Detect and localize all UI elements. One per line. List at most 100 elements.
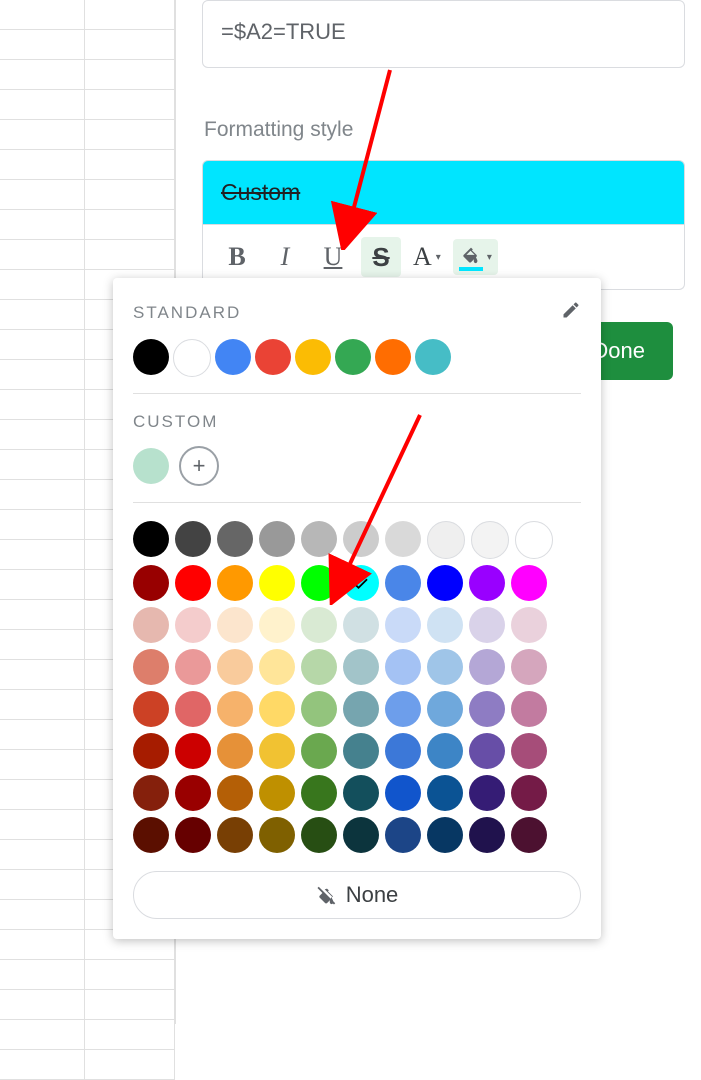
color-swatch[interactable] — [427, 775, 463, 811]
color-swatch[interactable] — [301, 691, 337, 727]
color-swatch[interactable] — [469, 649, 505, 685]
color-swatch[interactable] — [259, 817, 295, 853]
color-swatch[interactable] — [217, 607, 253, 643]
color-swatch[interactable] — [469, 775, 505, 811]
color-swatch[interactable] — [173, 339, 211, 377]
color-swatch[interactable] — [133, 649, 169, 685]
color-swatch[interactable] — [385, 565, 421, 601]
color-swatch[interactable] — [133, 339, 169, 375]
none-button[interactable]: None — [133, 871, 581, 919]
color-swatch[interactable] — [385, 817, 421, 853]
color-swatch[interactable] — [175, 565, 211, 601]
color-swatch[interactable] — [385, 691, 421, 727]
color-swatch[interactable] — [375, 339, 411, 375]
color-swatch[interactable] — [175, 521, 211, 557]
color-swatch[interactable] — [133, 691, 169, 727]
color-swatch[interactable] — [301, 649, 337, 685]
color-swatch[interactable] — [217, 691, 253, 727]
color-swatch[interactable] — [427, 733, 463, 769]
color-swatch[interactable] — [133, 775, 169, 811]
color-swatch[interactable] — [175, 607, 211, 643]
strikethrough-button[interactable]: S — [361, 237, 401, 277]
color-swatch[interactable] — [343, 817, 379, 853]
color-swatch[interactable] — [259, 607, 295, 643]
color-swatch[interactable] — [215, 339, 251, 375]
color-swatch[interactable] — [343, 521, 379, 557]
chevron-down-icon: ▾ — [487, 252, 492, 263]
color-swatch[interactable] — [511, 649, 547, 685]
color-swatch[interactable] — [385, 733, 421, 769]
add-custom-color-button[interactable]: + — [179, 446, 219, 486]
color-swatch[interactable] — [343, 565, 379, 601]
color-swatch[interactable] — [427, 649, 463, 685]
color-swatch[interactable] — [469, 565, 505, 601]
color-swatch[interactable] — [427, 691, 463, 727]
color-swatch[interactable] — [301, 521, 337, 557]
color-swatch[interactable] — [217, 775, 253, 811]
formula-input-box[interactable]: =$A2=TRUE — [202, 0, 685, 68]
color-swatch[interactable] — [133, 448, 169, 484]
color-swatch[interactable] — [343, 649, 379, 685]
color-swatch[interactable] — [255, 339, 291, 375]
color-swatch[interactable] — [343, 691, 379, 727]
color-swatch[interactable] — [217, 565, 253, 601]
color-swatch[interactable] — [427, 521, 465, 559]
color-swatch[interactable] — [259, 649, 295, 685]
color-swatch[interactable] — [511, 817, 547, 853]
color-swatch[interactable] — [343, 733, 379, 769]
color-swatch[interactable] — [469, 691, 505, 727]
color-swatch[interactable] — [133, 521, 169, 557]
color-swatch[interactable] — [515, 521, 553, 559]
color-swatch[interactable] — [469, 817, 505, 853]
color-swatch[interactable] — [217, 733, 253, 769]
color-swatch[interactable] — [511, 607, 547, 643]
color-swatch[interactable] — [217, 521, 253, 557]
color-swatch[interactable] — [133, 607, 169, 643]
color-swatch[interactable] — [175, 691, 211, 727]
text-color-button[interactable]: A ▾ — [409, 240, 445, 274]
color-swatch[interactable] — [175, 733, 211, 769]
color-swatch[interactable] — [133, 733, 169, 769]
color-swatch[interactable] — [427, 607, 463, 643]
color-swatch[interactable] — [511, 733, 547, 769]
color-swatch[interactable] — [295, 339, 331, 375]
edit-icon[interactable] — [561, 300, 581, 325]
color-swatch[interactable] — [385, 521, 421, 557]
color-swatch[interactable] — [259, 775, 295, 811]
color-swatch[interactable] — [385, 607, 421, 643]
color-swatch[interactable] — [335, 339, 371, 375]
color-swatch[interactable] — [427, 817, 463, 853]
color-swatch[interactable] — [175, 649, 211, 685]
color-swatch[interactable] — [343, 607, 379, 643]
color-swatch[interactable] — [259, 733, 295, 769]
color-swatch[interactable] — [343, 775, 379, 811]
color-swatch[interactable] — [259, 691, 295, 727]
color-swatch[interactable] — [301, 607, 337, 643]
italic-button[interactable]: I — [265, 237, 305, 277]
bold-button[interactable]: B — [217, 237, 257, 277]
color-swatch[interactable] — [471, 521, 509, 559]
color-swatch[interactable] — [385, 775, 421, 811]
color-swatch[interactable] — [427, 565, 463, 601]
color-swatch[interactable] — [511, 565, 547, 601]
color-swatch[interactable] — [511, 691, 547, 727]
color-swatch[interactable] — [133, 565, 169, 601]
color-swatch[interactable] — [301, 565, 337, 601]
color-swatch[interactable] — [415, 339, 451, 375]
underline-button[interactable]: U — [313, 237, 353, 277]
color-swatch[interactable] — [511, 775, 547, 811]
color-swatch[interactable] — [301, 733, 337, 769]
color-swatch[interactable] — [469, 733, 505, 769]
color-swatch[interactable] — [259, 565, 295, 601]
color-swatch[interactable] — [217, 817, 253, 853]
color-swatch[interactable] — [301, 775, 337, 811]
fill-color-button[interactable]: ▾ — [453, 239, 498, 275]
color-swatch[interactable] — [259, 521, 295, 557]
color-swatch[interactable] — [469, 607, 505, 643]
color-swatch[interactable] — [217, 649, 253, 685]
color-swatch[interactable] — [385, 649, 421, 685]
color-swatch[interactable] — [175, 817, 211, 853]
color-swatch[interactable] — [175, 775, 211, 811]
color-swatch[interactable] — [133, 817, 169, 853]
color-swatch[interactable] — [301, 817, 337, 853]
